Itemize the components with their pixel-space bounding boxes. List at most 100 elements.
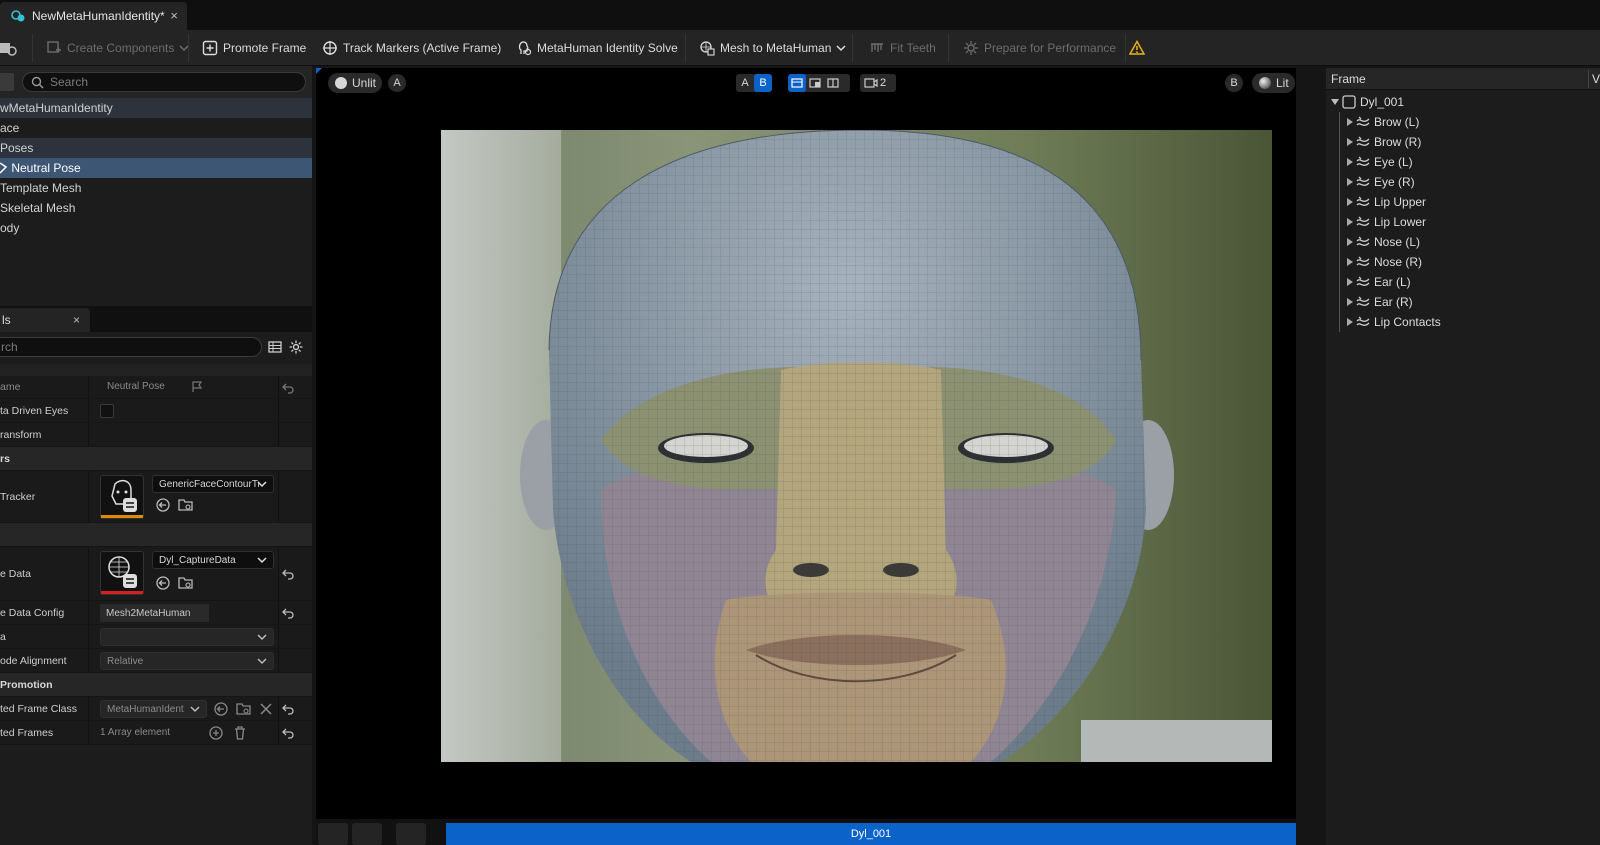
reset-arrow-icon[interactable] (281, 606, 295, 620)
frame-root-row[interactable]: Dyl_001 (1326, 92, 1600, 112)
ab-toggle-b[interactable]: B (754, 74, 772, 92)
viewport-option-button[interactable] (396, 823, 426, 845)
a-combo[interactable] (100, 628, 274, 646)
outliner-item-skeletal-mesh[interactable]: Skeletal Mesh (0, 198, 312, 218)
clear-x-icon[interactable] (258, 701, 274, 717)
layout-dual-button[interactable] (824, 74, 842, 92)
view-b-badge[interactable]: B (1225, 74, 1243, 92)
frame-checkbox-icon[interactable] (1342, 95, 1356, 109)
mesh-to-metahuman-button[interactable]: Mesh to MetaHuman (699, 38, 852, 58)
view-mode-lit-button[interactable]: Lit (1252, 73, 1295, 93)
timeline-label: Dyl_001 (850, 828, 892, 840)
browse-folder-icon[interactable] (178, 575, 194, 591)
add-element-icon[interactable] (208, 725, 224, 741)
frame-class-combo[interactable]: MetaHumanIdent (100, 700, 207, 718)
browse-folder-icon[interactable] (236, 701, 252, 717)
collapsed-arrow-icon[interactable] (1346, 177, 1354, 187)
camera-count-button[interactable]: 2 (860, 74, 896, 92)
fit-teeth-button[interactable]: Fit Teeth (869, 38, 936, 58)
reset-arrow-icon[interactable] (281, 567, 295, 581)
outliner-item-label: Neutral Pose (11, 161, 81, 175)
collapsed-arrow-icon[interactable] (1346, 137, 1354, 147)
use-selected-icon[interactable] (155, 575, 171, 591)
settings-gear-icon[interactable] (289, 340, 303, 354)
identity-solve-button[interactable]: MetaHuman Identity Solve (516, 38, 678, 58)
prop-row-name: ame Neutral Pose (0, 376, 312, 399)
column-divider (88, 376, 89, 398)
frame-item-nose-l[interactable]: Nose (L) (1326, 232, 1600, 252)
collapsed-arrow-icon[interactable] (1346, 217, 1354, 227)
details-search-input[interactable]: rch (0, 337, 262, 357)
ab-toggle-a[interactable]: A (736, 74, 754, 92)
mode-alignment-combo[interactable]: Relative (100, 652, 274, 670)
frame-item-lip-lower[interactable]: Lip Lower (1326, 212, 1600, 232)
frame-item-lip-upper[interactable]: Lip Upper (1326, 192, 1600, 212)
browse-folder-icon[interactable] (178, 497, 194, 513)
category-promotion[interactable]: Promotion (0, 673, 312, 697)
outliner-item-poses[interactable]: Poses (0, 138, 312, 158)
frame-item-lip-contacts[interactable]: Lip Contacts (1326, 312, 1600, 332)
document-tab[interactable]: NewMetaHumanIdentity* × (0, 2, 187, 30)
prepare-performance-button[interactable]: Prepare for Performance (963, 38, 1116, 58)
collapsed-arrow-icon[interactable] (1346, 157, 1354, 167)
view-a-badge[interactable]: A (388, 74, 406, 92)
outliner-search-input[interactable]: Search (22, 72, 306, 92)
category-trackers[interactable]: rs (0, 447, 312, 471)
viewport-option-button[interactable] (318, 823, 348, 845)
layout-single-button[interactable] (788, 74, 806, 92)
use-selected-icon[interactable] (213, 701, 229, 717)
data-driven-eyes-checkbox[interactable] (100, 404, 114, 418)
expanded-arrow-icon[interactable] (1330, 97, 1340, 107)
collapsed-arrow-icon[interactable] (1346, 277, 1354, 287)
frame-column-header[interactable]: Frame (1331, 72, 1366, 86)
frame-item-eye-r[interactable]: Eye (R) (1326, 172, 1600, 192)
timeline-bar[interactable]: Dyl_001 (446, 823, 1296, 845)
reset-arrow-icon[interactable] (281, 726, 295, 740)
capture-config-field[interactable]: Mesh2MetaHuman (100, 604, 209, 622)
track-markers-button[interactable]: Track Markers (Active Frame) (322, 38, 501, 58)
collapsed-arrow-icon[interactable] (1346, 237, 1354, 247)
tracker-asset-combo[interactable]: GenericFaceContourTracker (152, 475, 274, 493)
close-tab-icon[interactable]: × (170, 8, 178, 23)
view-mode-unlit-button[interactable]: Unlit (328, 73, 383, 93)
use-selected-icon[interactable] (155, 497, 171, 513)
frame-item-nose-r[interactable]: Nose (R) (1326, 252, 1600, 272)
outliner-item-identity[interactable]: wMetaHumanIdentity (0, 98, 312, 118)
close-details-icon[interactable]: × (73, 308, 80, 332)
capture-data-thumbnail[interactable] (100, 551, 144, 595)
collapsed-arrow-icon[interactable] (1346, 257, 1354, 267)
outliner-item-body[interactable]: ody (0, 218, 312, 238)
collapsed-arrow-icon[interactable] (1346, 197, 1354, 207)
collapsed-arrow-icon[interactable] (1346, 317, 1354, 327)
reset-arrow-icon[interactable] (281, 702, 295, 716)
add-component-button[interactable] (0, 73, 14, 91)
outliner-item-template-mesh[interactable]: Template Mesh (0, 178, 312, 198)
outliner-item-label: Poses (0, 141, 34, 155)
table-view-icon[interactable] (268, 340, 282, 354)
capture-data-combo[interactable]: Dyl_CaptureData (152, 551, 274, 569)
trash-icon[interactable] (232, 725, 248, 741)
frame-item-ear-l[interactable]: Ear (L) (1326, 272, 1600, 292)
details-tab[interactable]: ls × (0, 308, 90, 332)
create-components-button[interactable]: Create Components (46, 38, 195, 58)
viewport-option-button[interactable] (352, 823, 382, 845)
visibility-column-header[interactable]: V (1592, 72, 1600, 86)
frame-item-ear-r[interactable]: Ear (R) (1326, 292, 1600, 312)
frame-item-eye-l[interactable]: Eye (L) (1326, 152, 1600, 172)
viewport[interactable]: Unlit A A B 2 B Lit Dyl_001 (316, 68, 1296, 845)
frame-item-brow-l[interactable]: Brow (L) (1326, 112, 1600, 132)
frame-class-value: MetaHumanIdent (107, 703, 184, 715)
frame-item-brow-r[interactable]: Brow (R) (1326, 132, 1600, 152)
category-capture[interactable] (0, 523, 312, 547)
warning-indicator[interactable] (1129, 38, 1150, 58)
collapsed-arrow-icon[interactable] (1346, 297, 1354, 307)
tracker-thumbnail[interactable] (100, 475, 144, 519)
save-button[interactable] (0, 38, 23, 58)
outliner-item-face[interactable]: ace (0, 118, 312, 138)
viewport-scene[interactable] (441, 130, 1272, 762)
layout-wipe-button[interactable] (806, 74, 824, 92)
promote-frame-button[interactable]: Promote Frame (202, 38, 306, 58)
outliner-item-neutral-pose[interactable]: Neutral Pose (0, 158, 312, 178)
collapsed-arrow-icon[interactable] (1346, 117, 1354, 127)
reset-arrow-icon[interactable] (281, 381, 295, 395)
